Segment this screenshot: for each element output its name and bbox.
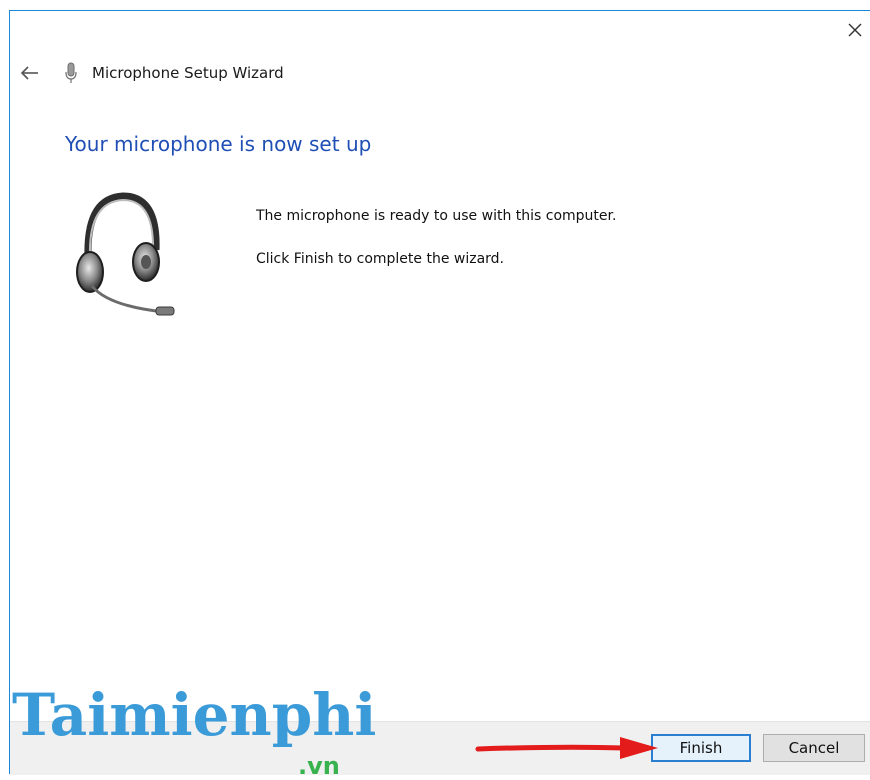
back-arrow-icon bbox=[20, 66, 38, 80]
back-button[interactable] bbox=[18, 62, 44, 84]
ready-message: The microphone is ready to use with this… bbox=[256, 208, 617, 224]
microphone-icon bbox=[63, 61, 79, 85]
watermark-suffix: .vn bbox=[298, 752, 340, 780]
cancel-button[interactable]: Cancel bbox=[763, 734, 865, 762]
close-button[interactable] bbox=[842, 17, 868, 43]
page-heading: Your microphone is now set up bbox=[65, 132, 372, 156]
cancel-button-label: Cancel bbox=[788, 739, 840, 757]
watermark-logo: Taimienphi bbox=[12, 681, 377, 749]
finish-instruction: Click Finish to complete the wizard. bbox=[256, 251, 505, 267]
red-arrow-annotation bbox=[474, 732, 662, 764]
close-icon bbox=[848, 23, 862, 37]
wizard-window: Microphone Setup Wizard Your microphone … bbox=[0, 0, 870, 778]
headset-image bbox=[68, 188, 180, 320]
wizard-title: Microphone Setup Wizard bbox=[92, 64, 284, 82]
window-border-top bbox=[9, 10, 870, 11]
finish-button[interactable]: Finish bbox=[651, 734, 751, 762]
window-border-left bbox=[9, 10, 10, 774]
finish-button-label: Finish bbox=[679, 739, 723, 757]
